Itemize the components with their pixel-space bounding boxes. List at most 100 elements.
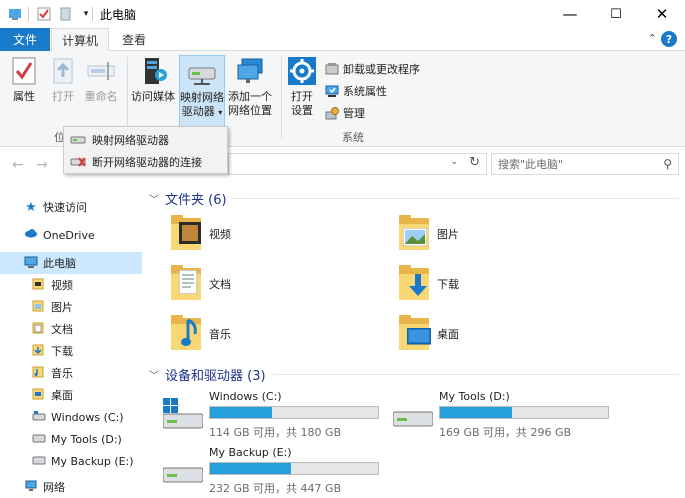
folders-section-header[interactable]: ﹀ 文件夹 (6): [149, 188, 227, 208]
network-icon: [25, 480, 37, 491]
devices-header-label: 设备和驱动器 (3): [165, 368, 266, 384]
nav-item-music[interactable]: 音乐: [0, 362, 142, 384]
drive-icon: [163, 467, 203, 483]
nav-label: 文档: [51, 323, 73, 336]
forward-arrow-icon[interactable]: →: [36, 157, 48, 173]
properties-quick-icon[interactable]: [36, 6, 52, 22]
nav-item-documents[interactable]: 文档: [0, 318, 142, 340]
maximize-button[interactable]: ☐: [593, 0, 639, 28]
drive-usage-bar: [439, 406, 609, 419]
address-input[interactable]: ⌄ ↻: [228, 153, 487, 175]
folders-header-label: 文件夹 (6): [165, 192, 227, 208]
open-settings-label-1: 打开: [291, 90, 313, 103]
open-settings-button[interactable]: 打开 设置: [284, 55, 320, 125]
documents-folder-icon: [169, 264, 203, 304]
folder-videos[interactable]: 视频: [169, 212, 369, 256]
windows-drive-icon: [32, 411, 46, 421]
system-properties-button[interactable]: 系统属性: [325, 82, 387, 100]
downloads-folder-icon: [397, 264, 431, 304]
manage-label: 管理: [343, 107, 365, 120]
nav-label: 视频: [51, 279, 73, 292]
manage-button[interactable]: 管理: [325, 104, 365, 122]
rename-button[interactable]: 重命名: [82, 55, 120, 125]
address-history-chevron-icon[interactable]: ⌄: [450, 157, 458, 167]
nav-item-drive-c[interactable]: Windows (C:): [0, 406, 142, 428]
tab-file[interactable]: 文件: [0, 28, 50, 51]
explorer-app-icon[interactable]: [8, 6, 24, 22]
section-divider: [231, 198, 679, 199]
network-drive-icon: [70, 136, 86, 144]
folder-pictures[interactable]: 图片: [397, 212, 597, 256]
gear-icon: [286, 55, 318, 87]
nav-label: Windows (C:): [51, 410, 124, 424]
nav-label: 桌面: [51, 389, 73, 402]
back-arrow-icon[interactable]: ←: [12, 157, 24, 173]
uninstall-label: 卸载或更改程序: [343, 63, 420, 76]
refresh-icon[interactable]: ↻: [469, 155, 480, 170]
new-folder-quick-icon[interactable]: [58, 6, 74, 22]
properties-button[interactable]: 属性: [4, 55, 44, 125]
drive-name: My Tools (D:): [439, 390, 510, 403]
uninstall-icon: [325, 63, 339, 75]
system-properties-label: 系统属性: [343, 85, 387, 98]
drive-usage-bar: [209, 406, 379, 419]
drive-icon: [393, 411, 433, 427]
drive-free-space: 169 GB 可用，共 296 GB: [439, 426, 572, 439]
drive-e[interactable]: My Backup (E:) 232 GB 可用，共 447 GB: [163, 446, 383, 498]
nav-item-network[interactable]: 网络: [0, 476, 142, 498]
map-network-drive-button[interactable]: 映射网络 驱动器 ▾: [179, 55, 225, 127]
folder-label: 桌面: [437, 328, 459, 341]
drive-icon: [32, 434, 46, 443]
tab-computer[interactable]: 计算机: [51, 28, 109, 52]
folder-music[interactable]: 音乐: [169, 312, 369, 356]
properties-label: 属性: [13, 90, 35, 103]
add-network-location-button[interactable]: 添加一个 网络位置: [226, 55, 274, 125]
nav-item-quick-access[interactable]: ★ 快速访问: [0, 196, 142, 218]
open-icon: [47, 55, 79, 87]
nav-label: 下载: [51, 345, 73, 358]
folder-documents[interactable]: 文档: [169, 262, 369, 306]
chevron-down-icon: ﹀: [149, 370, 159, 382]
nav-item-this-pc[interactable]: 此电脑: [0, 252, 142, 274]
drive-c[interactable]: Windows (C:) 114 GB 可用，共 180 GB: [163, 390, 383, 442]
help-icon[interactable]: ?: [661, 31, 677, 47]
devices-section-header[interactable]: ﹀ 设备和驱动器 (3): [149, 364, 266, 384]
music-folder-icon: [169, 314, 203, 354]
search-input[interactable]: 搜索"此电脑" ⚲: [491, 153, 679, 175]
music-folder-icon: [32, 366, 44, 378]
network-location-icon: [234, 55, 266, 87]
close-button[interactable]: ✕: [639, 0, 685, 28]
menu-item-disconnect-network-drive[interactable]: 断开网络驱动器的连接: [64, 151, 227, 173]
nav-item-drive-d[interactable]: My Tools (D:): [0, 428, 142, 450]
tab-view[interactable]: 查看: [111, 28, 157, 51]
access-media-button[interactable]: 访问媒体: [130, 55, 176, 125]
content-pane: ﹀ 文件夹 (6) 视频 图片 文档 下载 音乐 桌面 ﹀ 设备和驱动器 (3)…: [143, 188, 685, 498]
uninstall-program-button[interactable]: 卸载或更改程序: [325, 60, 420, 78]
nav-item-drive-e[interactable]: My Backup (E:): [0, 450, 142, 472]
nav-item-downloads[interactable]: 下载: [0, 340, 142, 362]
properties-icon: [8, 55, 40, 87]
collapse-ribbon-icon[interactable]: ⌃: [648, 32, 657, 45]
drive-d[interactable]: My Tools (D:) 169 GB 可用，共 296 GB: [393, 390, 613, 442]
drive-free-space: 232 GB 可用，共 447 GB: [209, 482, 342, 495]
minimize-button[interactable]: —: [547, 0, 593, 28]
open-button[interactable]: 打开: [46, 55, 80, 125]
folder-desktop[interactable]: 桌面: [397, 312, 597, 356]
divider: [92, 7, 93, 21]
map-network-drive-label-2: 驱动器 ▾: [181, 105, 223, 118]
nav-item-pictures[interactable]: 图片: [0, 296, 142, 318]
nav-item-videos[interactable]: 视频: [0, 274, 142, 296]
downloads-folder-icon: [32, 344, 44, 356]
ribbon-tabs: 文件 计算机 查看 ⌃ ?: [0, 28, 685, 52]
network-drive-icon: [186, 56, 218, 88]
access-media-label: 访问媒体: [131, 90, 175, 103]
drive-usage-fill: [210, 463, 291, 474]
folder-label: 图片: [437, 228, 459, 241]
desktop-folder-icon: [32, 388, 44, 400]
title-bar: ▾ 此电脑 — ☐ ✕: [0, 0, 685, 28]
folder-downloads[interactable]: 下载: [397, 262, 597, 306]
nav-item-desktop[interactable]: 桌面: [0, 384, 142, 406]
nav-item-onedrive[interactable]: OneDrive: [0, 224, 142, 246]
menu-item-map-network-drive[interactable]: 映射网络驱动器: [64, 129, 227, 151]
folder-label: 下载: [437, 278, 459, 291]
